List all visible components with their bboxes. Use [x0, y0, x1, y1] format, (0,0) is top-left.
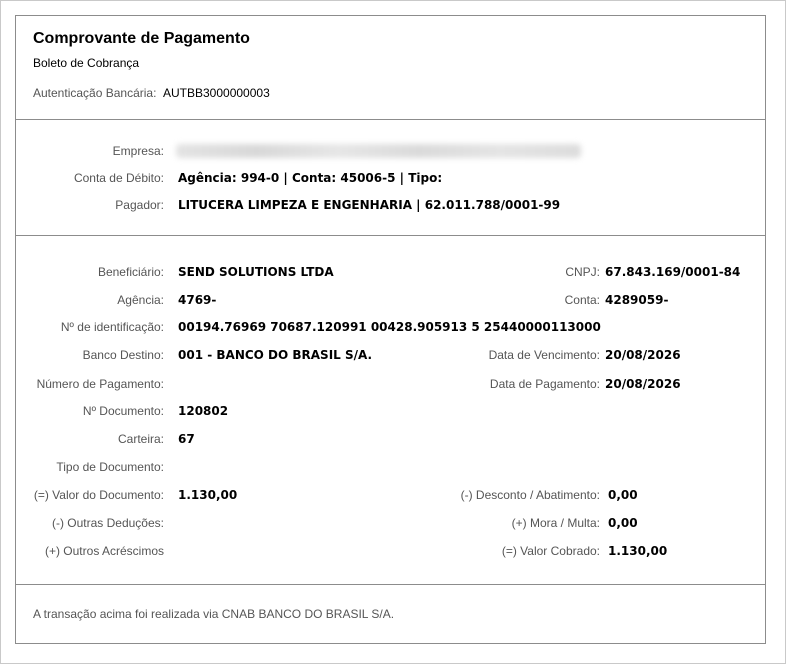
identificacao-label: Nº de identificação: — [60, 320, 164, 334]
pagador-label: Pagador: — [115, 198, 164, 212]
valor-cobrado-label: (=) Valor Cobrado: — [501, 544, 600, 558]
auth-label: Autenticação Bancária: — [33, 86, 157, 100]
agencia-value: 4769- — [178, 293, 217, 307]
agencia-label: Agência: — [117, 293, 164, 307]
identificacao-value: 00194.76969 70687.120991 00428.905913 5 … — [178, 320, 601, 334]
footer-note: A transação acima foi realizada via CNAB… — [33, 607, 395, 621]
pagador-value: LITUCERA LIMPEZA E ENGENHARIA | 62.011.7… — [178, 198, 561, 212]
vencimento-label: Data de Vencimento: — [488, 348, 600, 362]
beneficiario-value: SEND SOLUTIONS LTDA — [178, 265, 334, 279]
redacted-company-name — [176, 144, 581, 158]
cnpj-label: CNPJ: — [565, 265, 600, 279]
outros-acrescimos-label: (+) Outros Acréscimos — [44, 544, 164, 558]
documento-label: Nº Documento: — [82, 404, 164, 418]
documento-value: 120802 — [178, 404, 229, 418]
valor-cobrado-value: 1.130,00 — [608, 544, 668, 558]
mora-multa-value: 0,00 — [608, 516, 638, 530]
receipt: Comprovante de Pagamento Boleto de Cobra… — [15, 15, 766, 644]
auth-value: AUTBB3000000003 — [163, 86, 270, 100]
data-pagamento-label: Data de Pagamento: — [489, 377, 600, 391]
divider — [16, 584, 765, 585]
vencimento-value: 20/08/2026 — [605, 348, 681, 362]
numero-pagamento-label: Número de Pagamento: — [36, 377, 164, 391]
banco-destino-value: 001 - BANCO DO BRASIL S/A. — [178, 348, 373, 362]
carteira-value: 67 — [178, 432, 195, 446]
valor-documento-value: 1.130,00 — [178, 488, 238, 502]
conta-debito-label: Conta de Débito: — [73, 171, 164, 185]
beneficiario-label: Beneficiário: — [97, 265, 164, 279]
conta-value: 4289059- — [605, 293, 669, 307]
desconto-label: (-) Desconto / Abatimento: — [460, 488, 600, 502]
empresa-label: Empresa: — [112, 144, 164, 158]
conta-label: Conta: — [564, 293, 600, 307]
data-pagamento-value: 20/08/2026 — [605, 377, 681, 391]
outras-deducoes-label: (-) Outras Deduções: — [51, 516, 164, 530]
receipt-subtitle: Boleto de Cobrança — [33, 56, 140, 70]
desconto-value: 0,00 — [608, 488, 638, 502]
divider — [16, 235, 765, 236]
receipt-title: Comprovante de Pagamento — [33, 30, 250, 47]
carteira-label: Carteira: — [117, 432, 164, 446]
conta-debito-value: Agência: 994-0 | Conta: 45006-5 | Tipo: — [178, 171, 443, 185]
banco-destino-label: Banco Destino: — [82, 348, 164, 362]
valor-documento-label: (=) Valor do Documento: — [33, 488, 164, 502]
mora-multa-label: (+) Mora / Multa: — [511, 516, 600, 530]
cnpj-value: 67.843.169/0001-84 — [605, 265, 741, 279]
tipo-documento-label: Tipo de Documento: — [56, 460, 164, 474]
divider — [16, 119, 765, 120]
